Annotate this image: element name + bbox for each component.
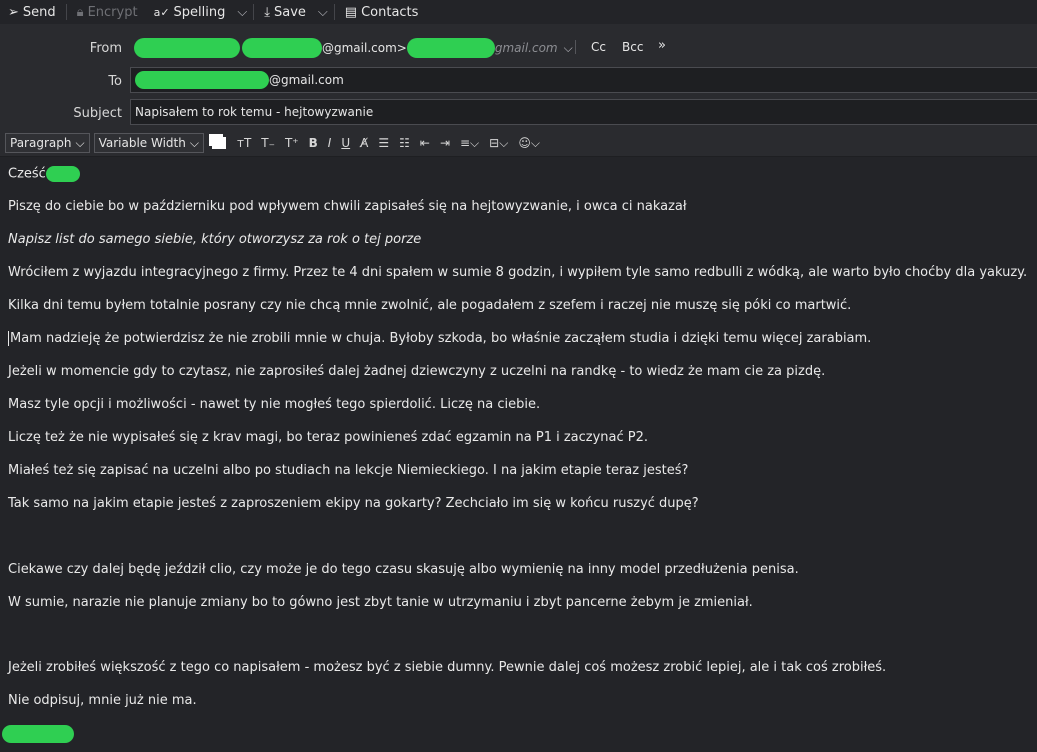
redacted-name [45,166,80,182]
bold-icon[interactable]: B [306,136,321,150]
subject-input[interactable]: Napisałem to rok temu - hejtowyzwanie [130,99,1037,125]
font-select[interactable]: Variable Width ⌵ [93,133,204,153]
address-book-icon: ▤ [344,4,358,20]
underline-icon[interactable]: U [338,136,353,150]
body-line: Miałeś też się zapisać na uczelni albo p… [8,463,689,478]
redacted-recipient [135,71,269,89]
outdent-icon[interactable]: ⇤ [417,136,433,150]
body-line: Ciekawe czy dalej będę jeździł clio, czy… [8,562,799,577]
insert-icon[interactable]: ⊟⌵ [486,136,511,151]
spellcheck-icon: a✓ [153,5,170,19]
font-smaller-icon[interactable]: T₋ [258,136,278,150]
cc-button[interactable]: Cc [591,40,606,54]
spelling-dropdown-chevron-icon[interactable]: ⌵ [233,5,251,20]
body-line: Piszę do ciebie bo w październiku pod wp… [8,199,687,214]
align-icon[interactable]: ≡⌵ [457,136,482,151]
save-dropdown-chevron-icon[interactable]: ⌵ [314,5,332,20]
from-label: From [89,40,122,56]
toolbar-divider [65,4,67,20]
more-fields-icon[interactable]: » [658,38,666,53]
paragraph-format-select[interactable]: Paragraph ⌵ [5,133,90,153]
body-line: Tak samo na jakim etapie jesteś z zapros… [8,496,699,511]
redacted-name-1 [134,38,240,58]
emoji-icon[interactable]: ☺⌵ [515,136,543,151]
bullet-list-icon[interactable]: ☰ [375,136,392,150]
subject-label: Subject [73,105,122,121]
to-row: To @gmail.com [0,67,1037,95]
redacted-name-2 [242,38,322,58]
main-toolbar: ➢ Send 🔒︎ Encrypt a✓ Spelling ⌵ ⤓ Save ⌵… [0,0,1037,25]
redacted-name-3 [406,38,495,58]
toolbar-divider [333,4,335,20]
compose-header: From @gmail.com> gmail.com ⌵ Cc Bcc » To… [0,24,1037,130]
contacts-button[interactable]: ▤ Contacts [337,0,427,24]
subject-row: Subject Napisałem to rok temu - hejtowyz… [0,99,1037,127]
body-line: Liczę też że nie wypisałeś się z krav ma… [8,430,649,445]
toolbar-divider [253,4,255,20]
send-icon: ➢ [8,4,19,20]
chevron-down-icon: ⌵ [189,135,199,150]
body-line: Wróciłem z wyjazdu integracyjnego z firm… [8,265,1028,280]
save-button[interactable]: ⤓ Save [256,0,314,24]
remove-formatting-icon[interactable]: A̸ [357,136,371,150]
download-icon: ⤓ [264,4,270,20]
body-line: Masz tyle opcji i możliwości - nawet ty … [8,397,541,412]
text-cursor [8,331,9,346]
format-toolbar: Paragraph ⌵ Variable Width ⌵ ᴛT T₋ T⁺ B … [0,130,1037,156]
body-line: Cześć [8,166,80,182]
from-row: From @gmail.com> gmail.com ⌵ Cc Bcc » [0,34,1037,62]
from-select[interactable]: @gmail.com> gmail.com ⌵ [134,36,573,60]
numbered-list-icon[interactable]: ☷ [396,136,413,150]
italic-icon[interactable]: I [325,136,335,150]
to-field[interactable]: @gmail.com [130,67,1037,93]
body-line: Napisz list do samego siebie, który otwo… [8,232,422,247]
body-line: W sumie, narazie nie planuje zmiany bo t… [8,595,753,610]
body-line: Mam nadzieję że potwierdzisz że nie zrob… [8,331,872,346]
send-button[interactable]: ➢ Send [0,0,64,24]
spelling-button[interactable]: a✓ Spelling [146,0,234,24]
chevron-down-icon[interactable]: ⌵ [564,41,573,56]
redacted-signature [2,725,74,743]
lock-icon: 🔒︎ [76,4,84,20]
message-body[interactable]: Cześć Piszę do ciebie bo w październiku … [0,157,1037,752]
to-label: To [108,73,122,89]
body-line: Nie odpisuj, mnie już nie ma. [8,693,197,708]
font-larger-icon[interactable]: T⁺ [282,136,302,150]
divider [575,40,576,54]
chevron-down-icon: ⌵ [75,135,85,150]
text-color-icon[interactable] [211,137,226,149]
font-size-reset-icon[interactable]: ᴛT [234,136,254,150]
bcc-button[interactable]: Bcc [622,40,643,54]
body-line: Jeżeli zrobiłeś większość z tego co napi… [8,660,887,675]
body-line: Kilka dni temu byłem totalnie posrany cz… [8,298,852,313]
encrypt-button[interactable]: 🔒︎ Encrypt [69,0,146,24]
body-line: Jeżeli w momencie gdy to czytasz, nie za… [8,364,826,379]
indent-icon[interactable]: ⇥ [437,136,453,150]
